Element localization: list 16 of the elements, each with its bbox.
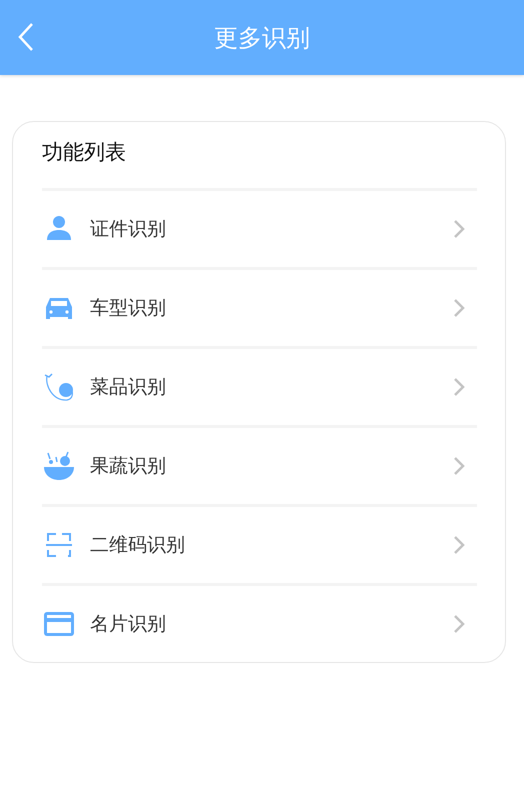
list-item[interactable]: 二维码识别 bbox=[42, 504, 477, 583]
list-item[interactable]: 果蔬识别 bbox=[42, 425, 477, 504]
chevron-right-icon bbox=[453, 535, 465, 555]
list-item[interactable]: 菜品识别 bbox=[42, 346, 477, 425]
fruit-bowl-icon bbox=[42, 449, 76, 483]
list-item[interactable]: 名片识别 bbox=[42, 583, 477, 662]
card-title: 功能列表 bbox=[42, 139, 127, 166]
chevron-right-icon bbox=[453, 219, 465, 239]
chevron-right-icon bbox=[453, 377, 465, 397]
list-item[interactable]: 车型识别 bbox=[42, 267, 477, 346]
back-icon[interactable] bbox=[16, 22, 36, 52]
chevron-right-icon bbox=[453, 298, 465, 318]
page-title: 更多识别 bbox=[214, 22, 310, 54]
chevron-right-icon bbox=[453, 614, 465, 634]
list-item[interactable]: 证件识别 bbox=[42, 188, 477, 267]
chevron-right-icon bbox=[453, 456, 465, 476]
